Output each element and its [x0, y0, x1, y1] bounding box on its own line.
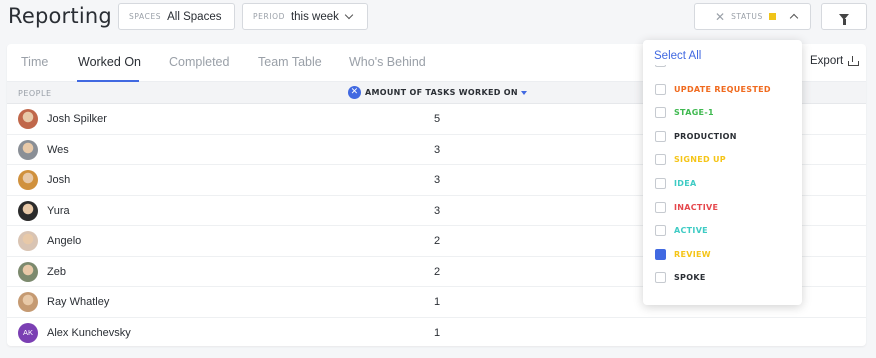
sort-desc-icon	[520, 90, 527, 95]
table-row[interactable]: AK Alex Kunchevsky 1	[7, 318, 866, 347]
person-name: Zeb	[47, 265, 66, 278]
status-option-partial[interactable]	[643, 65, 802, 71]
status-option-label: PRODUCTION	[674, 131, 737, 141]
column-header-people[interactable]: PEOPLE	[18, 89, 52, 98]
task-count: 3	[433, 204, 441, 217]
task-count: 1	[433, 326, 441, 339]
page-title: Reporting	[8, 4, 112, 28]
status-color-swatch	[768, 13, 776, 20]
tab-whos-behind[interactable]: Who's Behind	[349, 55, 426, 69]
status-option-update-requested[interactable]: UPDATE REQUESTED	[643, 79, 802, 99]
tab-time[interactable]: Time	[21, 55, 48, 69]
filter-button[interactable]	[821, 3, 867, 30]
person-name: Ray Whatley	[47, 296, 110, 308]
task-count: 3	[433, 143, 441, 156]
chevron-down-icon	[344, 10, 354, 20]
tab-team-table[interactable]: Team Table	[258, 55, 322, 69]
spaces-filter[interactable]: SPACES All Spaces	[118, 3, 235, 30]
clear-sort-icon[interactable]: ✕	[348, 86, 361, 99]
column-header-amount-label: AMOUNT OF TASKS WORKED ON	[365, 88, 518, 97]
checkbox[interactable]	[655, 177, 666, 189]
avatar	[18, 261, 38, 282]
person-name: Yura	[47, 204, 70, 217]
period-value: this week	[290, 10, 339, 23]
export-label: Export	[810, 55, 844, 67]
status-option-spoke[interactable]: SPOKE	[643, 268, 802, 288]
status-option-label: INACTIVE	[674, 202, 719, 212]
status-option-active[interactable]: ACTIVE	[643, 221, 802, 241]
period-filter[interactable]: PERIOD this week	[242, 3, 368, 30]
task-count: 2	[433, 235, 441, 247]
avatar: AK	[18, 322, 38, 343]
checkbox[interactable]	[655, 248, 666, 260]
status-option-label: SPOKE	[674, 273, 706, 283]
status-option-label: IDEA	[674, 178, 697, 188]
checkbox[interactable]	[655, 65, 666, 67]
chevron-up-icon	[789, 13, 799, 23]
spaces-value: All Spaces	[167, 10, 222, 23]
download-icon	[848, 56, 860, 66]
checkbox[interactable]	[655, 201, 666, 213]
checkbox[interactable]	[655, 272, 666, 284]
status-dropdown: Select All UPDATE REQUESTED STAGE-1 PRODUC…	[643, 40, 802, 305]
status-option-label: SIGNED UP	[674, 155, 726, 165]
person-name: Alex Kunchevsky	[47, 326, 131, 339]
column-header-amount[interactable]: ✕ AMOUNT OF TASKS WORKED ON	[348, 86, 527, 99]
person-name: Josh Spilker	[47, 113, 107, 125]
status-filter[interactable]: ✕ STATUS	[694, 3, 811, 30]
status-option-label: ACTIVE	[674, 226, 708, 236]
funnel-icon	[839, 13, 849, 25]
avatar-initials: AK	[18, 322, 38, 343]
checkbox[interactable]	[655, 107, 666, 119]
status-option-label: UPDATE REQUESTED	[674, 84, 771, 94]
tab-worked-on[interactable]: Worked On	[78, 55, 141, 69]
clear-status-icon[interactable]: ✕	[715, 10, 725, 24]
avatar	[18, 231, 38, 251]
avatar	[18, 109, 38, 129]
avatar	[18, 292, 38, 312]
status-option-signed-up[interactable]: SIGNED UP	[643, 150, 802, 170]
period-label: PERIOD	[253, 12, 285, 21]
task-count: 5	[433, 113, 441, 125]
status-label: STATUS	[731, 12, 763, 21]
task-count: 2	[433, 265, 441, 278]
task-count: 1	[433, 296, 441, 308]
status-option-inactive[interactable]: INACTIVE	[643, 197, 802, 217]
status-option-review[interactable]: REVIEW	[643, 244, 802, 264]
avatar	[18, 200, 38, 221]
status-option-label: REVIEW	[674, 249, 711, 259]
status-option-idea[interactable]: IDEA	[643, 173, 802, 193]
spaces-label: SPACES	[129, 12, 162, 21]
select-all-link[interactable]: Select All	[654, 50, 701, 62]
person-name: Wes	[47, 143, 69, 156]
checkbox[interactable]	[655, 154, 666, 166]
tab-completed[interactable]: Completed	[169, 55, 229, 69]
export-button[interactable]: Export	[810, 55, 860, 67]
checkbox[interactable]	[655, 83, 666, 95]
person-name: Josh	[47, 174, 71, 186]
status-option-label: STAGE-1	[674, 108, 714, 118]
status-option-production[interactable]: PRODUCTION	[643, 126, 802, 146]
status-options-list[interactable]: UPDATE REQUESTED STAGE-1 PRODUCTION SIGNED …	[643, 65, 802, 305]
task-count: 3	[433, 174, 441, 186]
avatar	[18, 170, 38, 190]
checkbox[interactable]	[655, 130, 666, 142]
avatar	[18, 139, 38, 160]
person-name: Angelo	[47, 235, 82, 247]
status-option-stage-1[interactable]: STAGE-1	[643, 103, 802, 123]
checkbox[interactable]	[655, 225, 666, 237]
